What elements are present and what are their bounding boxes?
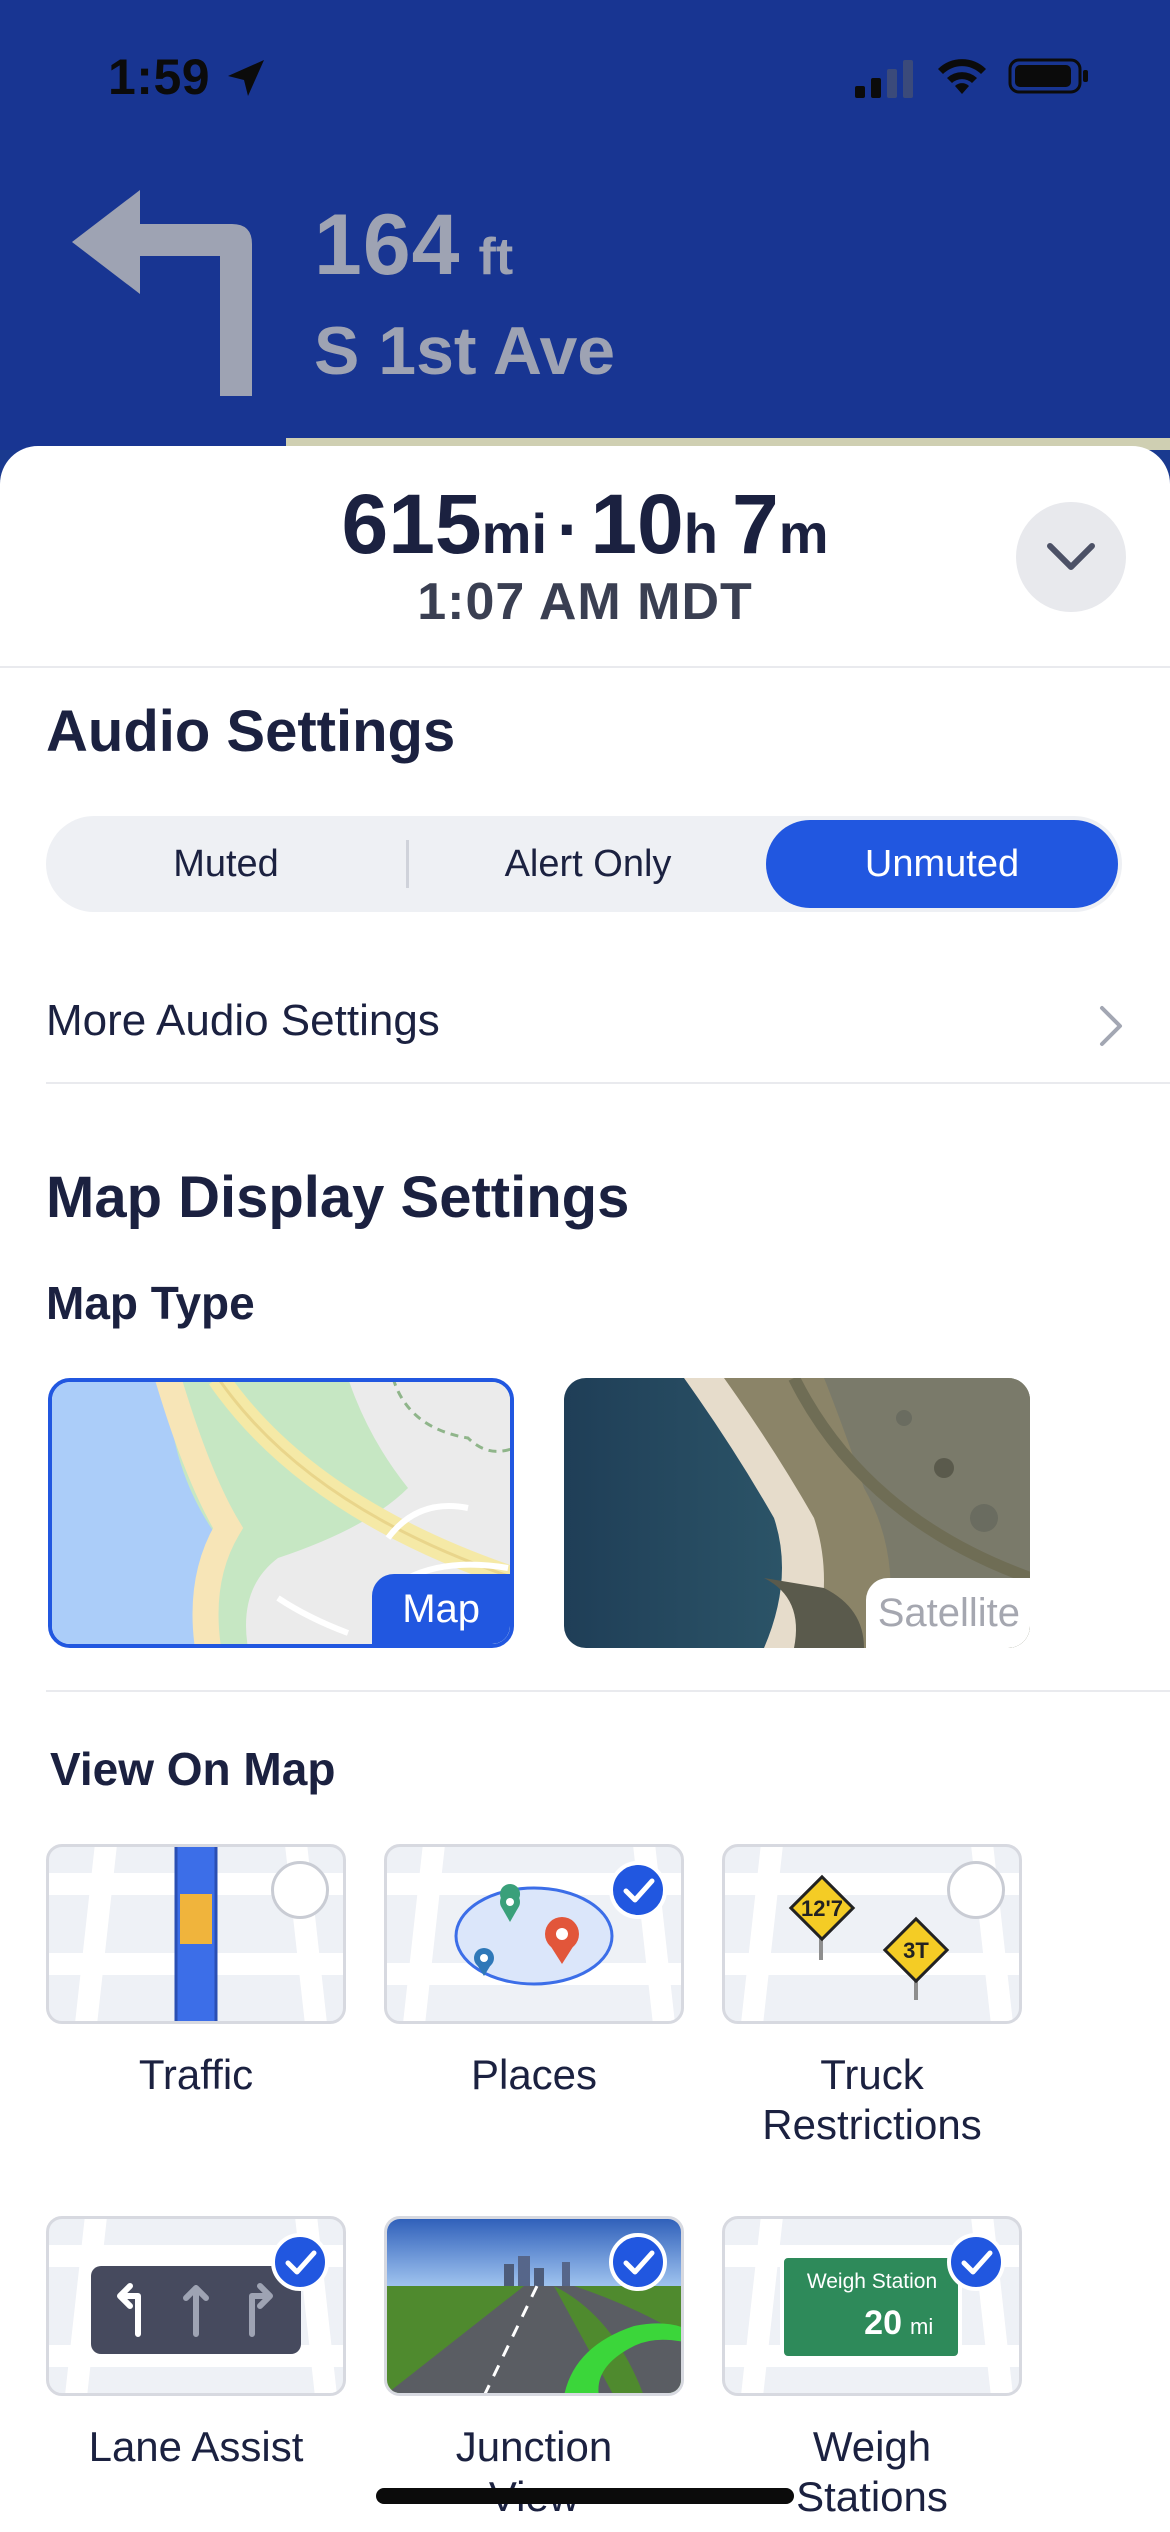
weigh-stations-toggle-tile[interactable]: Weigh Station 20 mi	[722, 2216, 1022, 2396]
places-label: Places	[470, 2051, 598, 2098]
chevron-down-icon	[1047, 543, 1095, 570]
map-display-settings-title: Map Display Settings	[46, 1165, 630, 1230]
divider	[0, 666, 1170, 668]
more-audio-settings-row[interactable]: More Audio Settings	[46, 966, 1170, 1086]
trip-summary: 615mi · 10h 7m	[0, 476, 1170, 573]
checkmark-icon	[623, 2250, 655, 2275]
lane-assist-checkbox[interactable]	[271, 2233, 329, 2291]
chevron-right-icon	[1100, 1006, 1122, 1046]
trip-hours: 10	[590, 477, 684, 571]
map-type-satellite-card[interactable]: Satellite	[564, 1378, 1030, 1648]
places-checkbox[interactable]	[609, 1861, 667, 1919]
trip-eta: 1:07 AM MDT	[417, 573, 753, 631]
truck-weight-sign-text: 3T	[903, 1938, 929, 1963]
trip-separator: ·	[557, 490, 581, 568]
trip-hours-unit: h	[683, 502, 718, 565]
trip-miles: 615	[341, 477, 482, 571]
audio-option-unmuted[interactable]: Unmuted	[766, 820, 1118, 908]
home-indicator[interactable]	[376, 2488, 794, 2504]
map-type-satellite-label: Satellite	[865, 1578, 1030, 1648]
status-bar: 1:59	[0, 0, 1170, 150]
places-toggle-tile[interactable]	[384, 1844, 684, 2024]
turn-left-arrow-icon	[72, 190, 252, 396]
junction-view-label: JunctionView	[455, 2423, 613, 2520]
trip-minutes: 7	[731, 477, 779, 571]
lane-assist-label: Lane Assist	[88, 2423, 304, 2470]
checkmark-icon	[961, 2250, 993, 2275]
lane-assist-toggle-tile[interactable]	[46, 2216, 346, 2396]
battery-icon	[1008, 58, 1088, 94]
junction-view-checkbox[interactable]	[609, 2233, 667, 2291]
audio-settings-title: Audio Settings	[46, 699, 456, 764]
view-on-map-title: View On Map	[50, 1743, 336, 1795]
trip-minutes-unit: m	[778, 502, 829, 565]
truck-restrictions-label: Truck Restrictions	[762, 2051, 982, 2148]
maneuver-distance: 164 ft	[314, 196, 513, 295]
truck-restrictions-checkbox[interactable]	[947, 1861, 1005, 1919]
traffic-checkbox[interactable]	[271, 1861, 329, 1919]
weigh-sign-unit: mi	[910, 2314, 933, 2339]
traffic-toggle-tile[interactable]	[46, 1844, 346, 2024]
traffic-label: Traffic	[138, 2051, 254, 2098]
map-type-map-card[interactable]: Map	[48, 1378, 514, 1648]
checkmark-icon	[623, 1878, 655, 1903]
more-audio-settings-label: More Audio Settings	[46, 996, 440, 1045]
collapse-sheet-button[interactable]	[1016, 502, 1126, 612]
audio-mode-segmented-control: Muted Alert Only Unmuted	[46, 816, 1122, 912]
trip-totals: 615mi · 10h 7m	[342, 476, 829, 573]
distance-unit: ft	[478, 228, 514, 286]
status-time: 1:59	[108, 49, 211, 105]
settings-sheet: 615mi · 10h 7m 1:07 AM MDT Audio Settings M…	[0, 446, 1170, 2532]
weigh-stations-checkbox[interactable]	[947, 2233, 1005, 2291]
maneuver-street: S 1st Ave	[314, 313, 616, 389]
navigation-header: 1:59 164 ft S 1st Ave	[0, 0, 1170, 450]
map-type-label: Map Type	[46, 1277, 255, 1329]
cellular-signal-icon	[855, 60, 913, 98]
location-arrow-icon	[228, 60, 264, 96]
wifi-icon	[938, 59, 986, 94]
trip-miles-unit: mi	[481, 502, 548, 565]
weigh-sign-value: 20	[864, 2304, 902, 2342]
weigh-sign-title: Weigh Station	[807, 2270, 937, 2293]
junction-view-toggle-tile[interactable]	[384, 2216, 684, 2396]
weigh-stations-label: Weigh Stations	[796, 2423, 948, 2520]
audio-option-alert-only[interactable]: Alert Only	[408, 820, 768, 908]
divider	[46, 1690, 1170, 1692]
divider	[46, 1082, 1170, 1084]
truck-height-sign-text: 12'7	[801, 1896, 843, 1921]
audio-option-muted[interactable]: Muted	[46, 820, 406, 908]
truck-restrictions-toggle-tile[interactable]: 12'7 3T	[722, 1844, 1022, 2024]
checkmark-icon	[285, 2250, 317, 2275]
map-type-map-label: Map	[372, 1574, 510, 1644]
distance-value: 164	[314, 197, 461, 293]
